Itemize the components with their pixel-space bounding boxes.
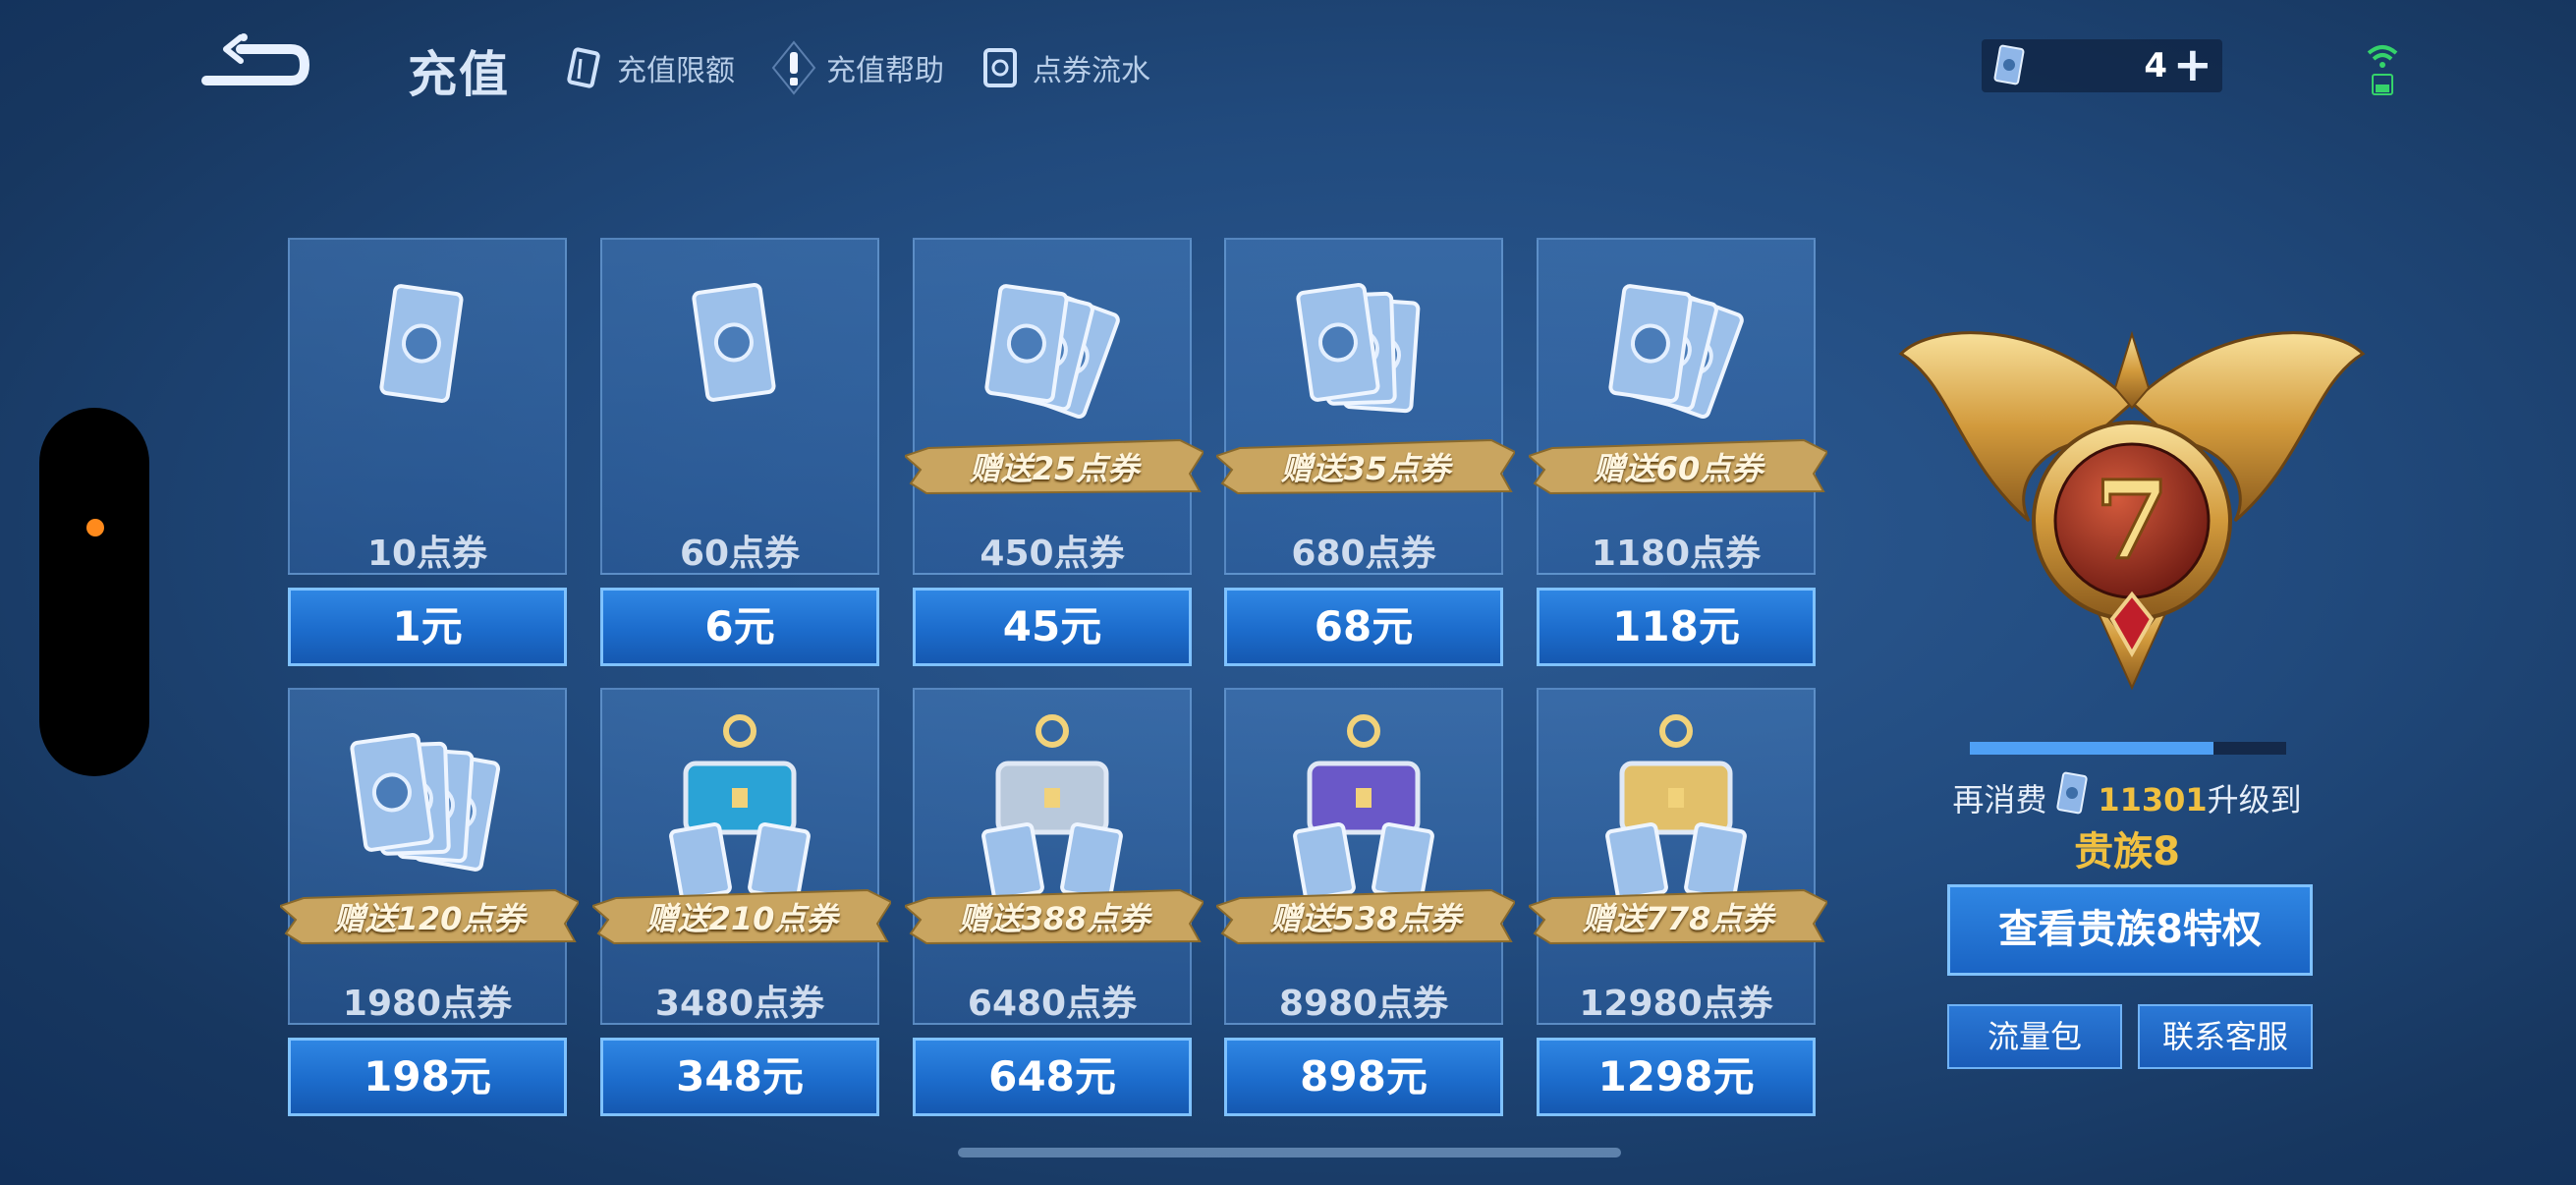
bonus-label: 赠送388点券 xyxy=(958,900,1150,937)
price-button[interactable]: 45元 xyxy=(913,588,1192,666)
recharge-item-card[interactable]: 赠送35点券 680点券 xyxy=(1214,238,1517,575)
coupon-quantity: 6480点券 xyxy=(967,984,1138,1024)
bonus-label: 赠送210点券 xyxy=(645,900,838,937)
view-noble-privileges-button[interactable]: 查看贵族8特权 xyxy=(1947,884,2313,976)
price-button[interactable]: 6元 xyxy=(600,588,879,666)
bonus-label: 赠送120点券 xyxy=(333,900,526,937)
coupon-stack-icon xyxy=(290,259,565,476)
coupon-card-icon xyxy=(1991,44,2027,91)
bonus-ribbon: 赠送210点券 xyxy=(590,884,893,947)
bonus-label: 赠送25点券 xyxy=(969,450,1140,487)
next-noble-level: 贵族8 xyxy=(2074,829,2180,875)
recharge-item-card[interactable]: 10点券 xyxy=(288,238,567,575)
bonus-label: 赠送60点券 xyxy=(1593,450,1764,487)
recharge-help-link[interactable]: 充值帮助 xyxy=(771,40,944,95)
notification-dot xyxy=(86,519,104,536)
upgrade-amount: 11301 xyxy=(2098,781,2208,818)
bonus-ribbon: 赠送388点券 xyxy=(903,884,1205,947)
page-title: 充值 xyxy=(408,46,510,103)
noble-rank-badge: 7 xyxy=(1891,295,2373,707)
coupon-card-icon xyxy=(562,45,607,90)
price-button[interactable]: 118元 xyxy=(1537,588,1816,666)
add-currency-button[interactable]: + xyxy=(2173,41,2212,88)
recharge-item-card[interactable]: 赠送25点券 450点券 xyxy=(903,238,1205,575)
recharge-item-card[interactable]: 赠送778点券 12980点券 xyxy=(1527,688,1829,1025)
price-button[interactable]: 1元 xyxy=(288,588,567,666)
coupon-record-label: 点券流水 xyxy=(1033,54,1150,88)
price-button[interactable]: 898元 xyxy=(1224,1038,1503,1116)
coupon-quantity: 12980点券 xyxy=(1579,984,1773,1024)
currency-amount: 4 xyxy=(2144,46,2167,85)
home-indicator[interactable] xyxy=(958,1148,1621,1157)
recharge-help-label: 充值帮助 xyxy=(826,54,944,88)
back-button[interactable] xyxy=(196,29,310,98)
bonus-ribbon: 赠送120点券 xyxy=(278,884,581,947)
price-button[interactable]: 348元 xyxy=(600,1038,879,1116)
back-arrow-icon xyxy=(201,33,310,85)
recharge-item-card[interactable]: 赠送120点券 1980点券 xyxy=(278,688,581,1025)
bonus-ribbon: 赠送60点券 xyxy=(1527,434,1829,497)
recharge-item-card[interactable]: 赠送388点券 6480点券 xyxy=(903,688,1205,1025)
upgrade-prefix: 再消费 xyxy=(1952,781,2047,818)
coupon-quantity: 8980点券 xyxy=(1278,984,1449,1024)
wifi-battery-icon xyxy=(2363,39,2402,102)
bonus-label: 赠送35点券 xyxy=(1280,450,1451,487)
recharge-item-card[interactable]: 赠送60点券 1180点券 xyxy=(1527,238,1829,575)
noble-level-number: 7 xyxy=(2095,457,2170,584)
price-button[interactable]: 198元 xyxy=(288,1038,567,1116)
coupon-quantity: 1980点券 xyxy=(342,984,513,1024)
traffic-pack-button[interactable]: 流量包 xyxy=(1947,1004,2122,1069)
coupon-card-icon xyxy=(2054,771,2090,824)
coupon-quantity: 60点券 xyxy=(679,534,801,574)
coupon-stack-icon xyxy=(602,259,877,476)
bonus-ribbon: 赠送538点券 xyxy=(1214,884,1517,947)
noble-progress-fill xyxy=(1970,742,2213,755)
currency-display: 4 + xyxy=(1982,39,2222,92)
recharge-item-card[interactable]: 60点券 xyxy=(600,238,879,575)
price-button[interactable]: 648元 xyxy=(913,1038,1192,1116)
upgrade-suffix: 升级到 xyxy=(2207,781,2302,818)
noble-progress-bar xyxy=(1970,742,2286,755)
bonus-ribbon: 赠送778点券 xyxy=(1527,884,1829,947)
coupon-record-icon xyxy=(978,45,1023,90)
bonus-ribbon: 赠送25点券 xyxy=(903,434,1205,497)
coupon-quantity: 10点券 xyxy=(366,534,488,574)
coupon-quantity: 680点券 xyxy=(1291,534,1436,574)
price-button[interactable]: 68元 xyxy=(1224,588,1503,666)
bonus-ribbon: 赠送35点券 xyxy=(1214,434,1517,497)
coupon-record-link[interactable]: 点券流水 xyxy=(978,43,1150,92)
floating-sidebar-handle[interactable] xyxy=(39,408,149,776)
upgrade-info: 再消费 11301升级到 xyxy=(1896,771,2358,824)
price-button[interactable]: 1298元 xyxy=(1537,1038,1816,1116)
coupon-quantity: 3480点券 xyxy=(654,984,825,1024)
bonus-label: 赠送778点券 xyxy=(1582,900,1774,937)
recharge-item-card[interactable]: 赠送210点券 3480点券 xyxy=(590,688,893,1025)
customer-service-button[interactable]: 联系客服 xyxy=(2138,1004,2313,1069)
recharge-item-card[interactable]: 赠送538点券 8980点券 xyxy=(1214,688,1517,1025)
coupon-quantity: 1180点券 xyxy=(1591,534,1762,574)
recharge-limit-label: 充值限额 xyxy=(617,54,735,88)
coupon-quantity: 450点券 xyxy=(980,534,1125,574)
recharge-limit-link[interactable]: 充值限额 xyxy=(562,43,735,92)
exclamation-icon xyxy=(771,40,816,95)
bonus-label: 赠送538点券 xyxy=(1269,900,1462,937)
